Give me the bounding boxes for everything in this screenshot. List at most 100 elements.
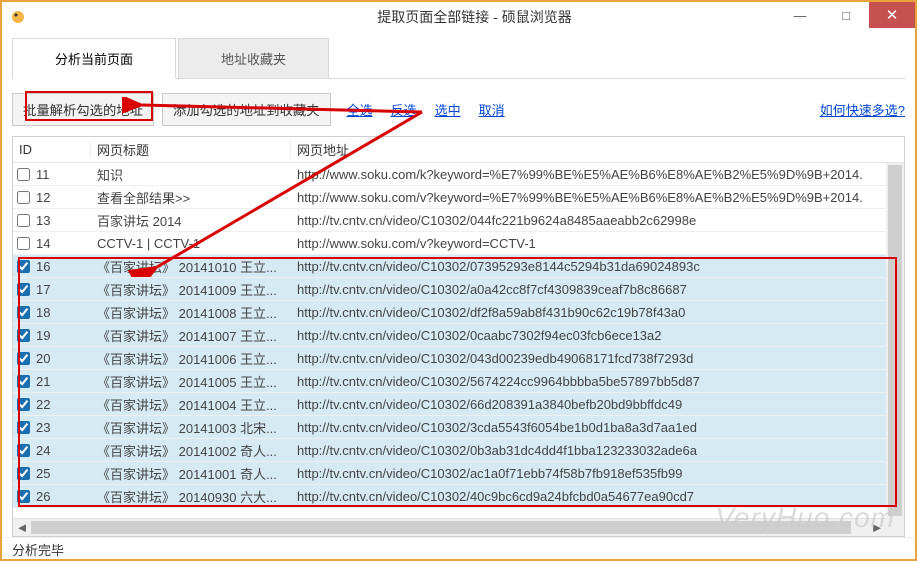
row-checkbox[interactable] [17,329,30,342]
table-row[interactable]: 24 《百家讲坛》 20141002 奇人...http://tv.cntv.cn… [13,439,886,462]
row-url: http://tv.cntv.cn/video/C10302/df2f8a59a… [291,305,886,320]
row-checkbox[interactable] [17,375,30,388]
row-checkbox[interactable] [17,260,30,273]
col-title[interactable]: 网页标题 [91,140,291,159]
vertical-scrollbar[interactable] [886,163,904,518]
app-icon [10,9,26,25]
row-url: http://tv.cntv.cn/video/C10302/ac1a0f71e… [291,466,886,481]
close-button[interactable]: ✕ [869,2,915,28]
table-row[interactable]: 12 查看全部结果>>http://www.soku.com/v?keyword=… [13,186,886,209]
row-checkbox[interactable] [17,283,30,296]
row-checkbox[interactable] [17,467,30,480]
row-id: 26 [36,489,50,504]
row-id: 16 [36,259,50,274]
row-checkbox[interactable] [17,352,30,365]
row-id: 22 [36,397,50,412]
row-url: http://tv.cntv.cn/video/C10302/0b3ab31dc… [291,443,886,458]
table-row[interactable]: 11 知识http://www.soku.com/k?keyword=%E7%99… [13,163,886,186]
row-title: 《百家讲坛》 20141007 王立... [91,326,291,345]
row-url: http://tv.cntv.cn/video/C10302/40c9bc6cd… [291,489,886,504]
scroll-right-icon[interactable]: ► [868,519,886,536]
row-title: 《百家讲坛》 20141002 奇人... [91,441,291,460]
row-url: http://tv.cntv.cn/video/C10302/044fc221b… [291,213,886,228]
row-checkbox[interactable] [17,168,30,181]
row-url: http://tv.cntv.cn/video/C10302/5674224cc… [291,374,886,389]
row-id: 11 [36,167,50,182]
row-title: CCTV-1 | CCTV-1 [91,236,291,251]
row-url: http://www.soku.com/v?keyword=%E7%99%BE%… [291,190,886,205]
row-id: 23 [36,420,50,435]
row-checkbox[interactable] [17,237,30,250]
row-id: 17 [36,282,50,297]
horizontal-scrollbar[interactable]: ◄ ► [13,518,886,536]
table-row[interactable]: 25《百家讲坛》 20141001 奇人...http://tv.cntv.cn… [13,462,886,485]
toolbar: 批量解析勾选的地址 添加勾选的地址到收藏夹 全选 反选 选中 取消 如何快速多选… [12,79,905,136]
table-row[interactable]: 23《百家讲坛》 20141003 北宋...http://tv.cntv.cn… [13,416,886,439]
table-row[interactable]: 13 百家讲坛 2014http://tv.cntv.cn/video/C1030… [13,209,886,232]
row-id: 18 [36,305,50,320]
row-title: 《百家讲坛》 20141006 王立... [91,349,291,368]
row-title: 《百家讲坛》 20141004 王立... [91,395,291,414]
select-all-link[interactable]: 全选 [347,100,373,119]
row-checkbox[interactable] [17,421,30,434]
table: ID 网页标题 网页地址 11 知识http://www.soku.com/k?k… [12,136,905,537]
row-url: http://tv.cntv.cn/video/C10302/0caabc730… [291,328,886,343]
tab-analyze[interactable]: 分析当前页面 [12,38,176,79]
row-title: 《百家讲坛》 20141010 王立... [91,257,291,276]
table-row[interactable]: 18 《百家讲坛》 20141008 王立...http://tv.cntv.cn… [13,301,886,324]
select-checked-link[interactable]: 选中 [435,100,461,119]
row-url: http://tv.cntv.cn/video/C10302/043d00239… [291,351,886,366]
table-row[interactable]: 26 《百家讲坛》 20140930 六大...http://tv.cntv.cn… [13,485,886,508]
cancel-link[interactable]: 取消 [479,100,505,119]
row-url: http://www.soku.com/k?keyword=%E7%99%BE%… [291,167,886,182]
row-title: 查看全部结果>> [91,188,291,207]
row-title: 百家讲坛 2014 [91,211,291,230]
row-id: 14 [36,236,50,251]
row-checkbox[interactable] [17,306,30,319]
row-title: 《百家讲坛》 20140930 六大... [91,487,291,506]
row-checkbox[interactable] [17,490,30,503]
table-row[interactable]: 22 《百家讲坛》 20141004 王立...http://tv.cntv.cn… [13,393,886,416]
tab-favorites[interactable]: 地址收藏夹 [178,38,329,78]
row-url: http://tv.cntv.cn/video/C10302/a0a42cc8f… [291,282,886,297]
tabs: 分析当前页面 地址收藏夹 [12,38,905,79]
maximize-button[interactable]: □ [823,2,869,28]
batch-parse-button[interactable]: 批量解析勾选的地址 [12,93,154,126]
row-title: 《百家讲坛》 20141005 王立... [91,372,291,391]
row-title: 知识 [91,165,291,184]
row-checkbox[interactable] [17,398,30,411]
row-id: 19 [36,328,50,343]
scroll-left-icon[interactable]: ◄ [13,519,31,536]
col-url[interactable]: 网页地址 [291,140,886,159]
row-url: http://www.soku.com/v?keyword=CCTV-1 [291,236,886,251]
row-title: 《百家讲坛》 20141003 北宋... [91,418,291,437]
row-checkbox[interactable] [17,191,30,204]
row-title: 《百家讲坛》 20141008 王立... [91,303,291,322]
row-checkbox[interactable] [17,444,30,457]
row-checkbox[interactable] [17,214,30,227]
table-row[interactable]: 17 《百家讲坛》 20141009 王立...http://tv.cntv.cn… [13,278,886,301]
help-link[interactable]: 如何快速多选? [820,103,905,118]
row-id: 20 [36,351,50,366]
statusbar: 分析完毕 [2,537,915,559]
window-controls: — □ ✕ [777,2,915,28]
row-title: 《百家讲坛》 20141001 奇人... [91,464,291,483]
col-id[interactable]: ID [13,142,91,157]
row-url: http://tv.cntv.cn/video/C10302/66d208391… [291,397,886,412]
row-id: 13 [36,213,50,228]
titlebar: 提取页面全部链接 - 硕鼠浏览器 — □ ✕ [2,2,915,32]
table-row[interactable]: 19 《百家讲坛》 20141007 王立...http://tv.cntv.cn… [13,324,886,347]
row-id: 21 [36,374,50,389]
invert-link[interactable]: 反选 [391,100,417,119]
minimize-button[interactable]: — [777,2,823,28]
row-title: 《百家讲坛》 20141009 王立... [91,280,291,299]
table-row[interactable]: 16 《百家讲坛》 20141010 王立...http://tv.cntv.cn… [13,255,886,278]
table-row[interactable]: 20 《百家讲坛》 20141006 王立...http://tv.cntv.cn… [13,347,886,370]
table-header: ID 网页标题 网页地址 [13,137,904,163]
table-row[interactable]: 14 CCTV-1 | CCTV-1http://www.soku.com/v?k… [13,232,886,255]
row-url: http://tv.cntv.cn/video/C10302/07395293e… [291,259,886,274]
row-id: 24 [36,443,50,458]
table-row[interactable]: 21 《百家讲坛》 20141005 王立...http://tv.cntv.cn… [13,370,886,393]
row-id: 12 [36,190,50,205]
add-favorites-button[interactable]: 添加勾选的地址到收藏夹 [162,93,331,126]
